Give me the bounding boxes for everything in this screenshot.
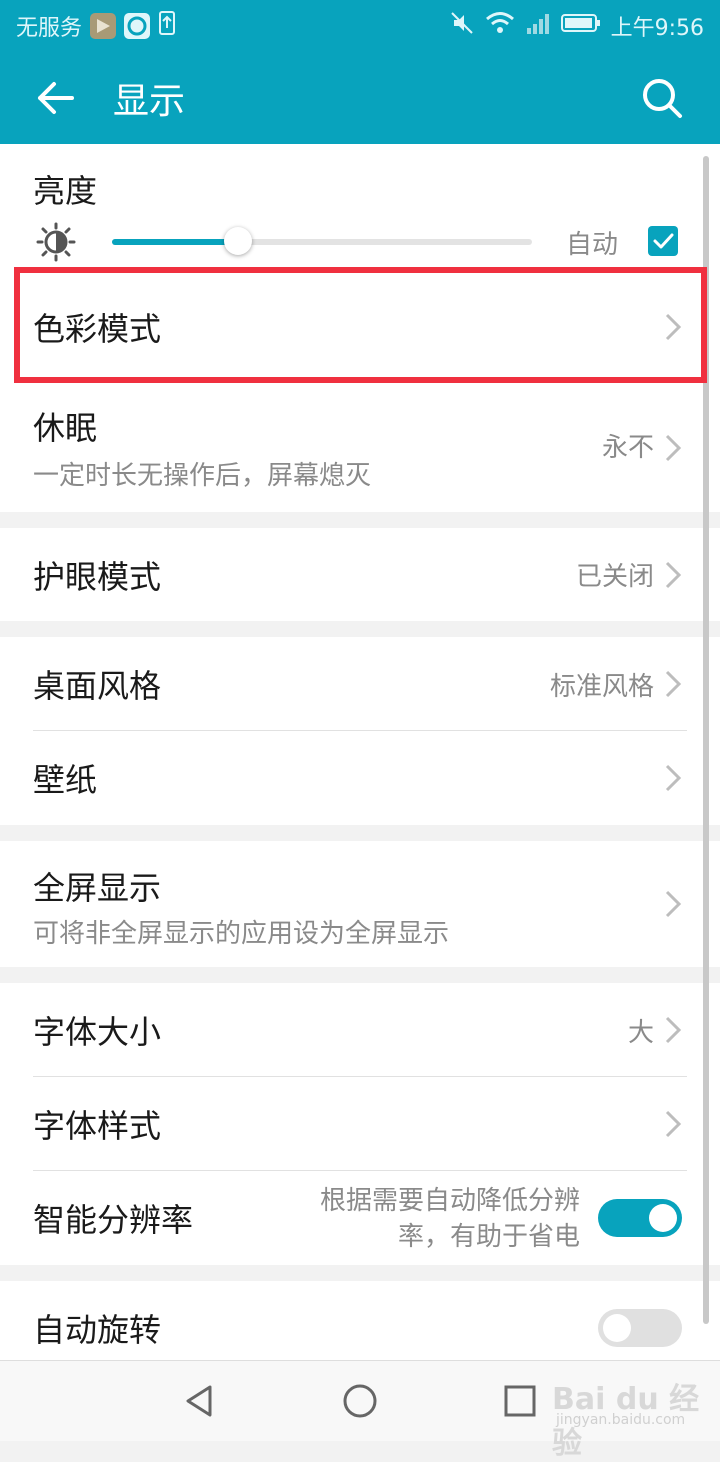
chevron-right-icon: [665, 890, 682, 918]
color-mode-label: 色彩模式: [33, 310, 162, 348]
brightness-slider-fill: [112, 239, 238, 245]
fullscreen-label: 全屏显示: [33, 869, 162, 907]
chevron-right-icon: [665, 1016, 682, 1044]
home-style-label: 桌面风格: [33, 667, 162, 705]
browser-app-icon: [124, 13, 151, 39]
rotate-group: 自动旋转: [0, 1281, 720, 1360]
auto-rotate-toggle[interactable]: [598, 1309, 682, 1347]
auto-rotate-label: 自动旋转: [33, 1311, 162, 1349]
sleep-item[interactable]: 休眠 一定时长无操作后，屏幕熄灭 永不: [0, 387, 720, 512]
signal-icon: [525, 10, 551, 42]
wallpaper-label: 壁纸: [33, 761, 98, 799]
chevron-right-icon: [665, 1110, 682, 1138]
recents-square-icon[interactable]: [502, 1383, 538, 1419]
brightness-sun-icon: [36, 222, 76, 266]
brightness-slider-thumb[interactable]: [224, 227, 252, 255]
font-size-item[interactable]: 字体大小 大: [0, 983, 720, 1077]
smart-resolution-toggle[interactable]: [598, 1199, 682, 1237]
auto-rotate-item[interactable]: 自动旋转: [0, 1281, 720, 1360]
chevron-right-icon: [665, 434, 682, 462]
sleep-label: 休眠: [33, 409, 98, 447]
smart-resolution-desc-line2: 率，有助于省电: [397, 1222, 580, 1252]
font-style-item[interactable]: 字体样式: [0, 1077, 720, 1171]
chevron-right-icon: [665, 313, 682, 341]
eye-care-value: 已关闭: [575, 562, 654, 592]
color-mode-item[interactable]: 色彩模式: [0, 267, 720, 387]
font-size-label: 字体大小: [33, 1013, 162, 1051]
eye-care-label: 护眼模式: [33, 557, 162, 596]
fullscreen-group: 全屏显示 可将非全屏显示的应用设为全屏显示: [0, 841, 720, 967]
fullscreen-item[interactable]: 全屏显示 可将非全屏显示的应用设为全屏显示: [0, 841, 720, 967]
display-basic-group: 亮度 自动 色彩模式 休眠 一定时长无操作后，屏幕熄灭 永不: [0, 144, 720, 512]
battery-icon: [560, 12, 601, 40]
scrollbar[interactable]: [703, 156, 709, 1324]
chevron-right-icon: [665, 764, 682, 792]
chevron-right-icon: [665, 561, 682, 588]
smart-resolution-desc: 根据需要自动降低分辨 率，有助于省电: [320, 1183, 580, 1255]
carrier-text: 无服务: [16, 16, 83, 41]
eye-care-item[interactable]: 护眼模式 已关闭: [0, 528, 720, 621]
page-title: 显示: [113, 81, 186, 122]
back-arrow-icon[interactable]: [34, 76, 78, 120]
toggle-knob: [603, 1314, 631, 1342]
home-circle-icon[interactable]: [342, 1383, 378, 1419]
font-group: 字体大小 大 字体样式 智能分辨率 根据需要自动降低分辨 率，有助于省电: [0, 983, 720, 1265]
video-app-icon: [90, 13, 117, 39]
font-style-label: 字体样式: [33, 1107, 162, 1145]
fullscreen-subtitle: 可将非全屏显示的应用设为全屏显示: [33, 919, 450, 949]
auto-brightness-label: 自动: [566, 230, 619, 260]
brightness-row: 亮度 自动: [0, 144, 720, 267]
auto-brightness-checkbox[interactable]: [648, 226, 678, 256]
smart-resolution-desc-line1: 根据需要自动降低分辨: [319, 1186, 580, 1216]
back-triangle-icon[interactable]: [182, 1383, 218, 1419]
font-size-value: 大: [627, 1017, 654, 1048]
watermark-url: jingyan.baidu.com: [556, 1412, 686, 1428]
smart-resolution-item[interactable]: 智能分辨率 根据需要自动降低分辨 率，有助于省电: [0, 1171, 720, 1265]
search-icon[interactable]: [640, 76, 684, 120]
home-style-item[interactable]: 桌面风格 标准风格: [0, 637, 720, 731]
wifi-icon: [485, 10, 515, 42]
smart-resolution-label: 智能分辨率: [33, 1201, 194, 1239]
home-group: 桌面风格 标准风格 壁纸: [0, 637, 720, 825]
upload-icon: [158, 10, 176, 42]
clock-text: 上午9:56: [610, 16, 704, 41]
mute-icon: [449, 10, 475, 42]
sleep-value: 永不: [601, 433, 654, 463]
chevron-right-icon: [665, 670, 682, 698]
status-bar: 无服务 上午9:56: [0, 0, 720, 52]
toggle-knob: [649, 1204, 677, 1232]
brightness-slider[interactable]: [112, 227, 532, 255]
brightness-label: 亮度: [33, 172, 98, 210]
home-style-value: 标准风格: [549, 671, 654, 702]
app-bar: 显示: [0, 52, 720, 144]
eye-care-group: 护眼模式 已关闭: [0, 528, 720, 621]
sleep-subtitle: 一定时长无操作后，屏幕熄灭: [33, 461, 372, 491]
wallpaper-item[interactable]: 壁纸: [0, 731, 720, 825]
settings-list[interactable]: 亮度 自动 色彩模式 休眠 一定时长无操作后，屏幕熄灭 永不 护眼模式 已关闭 …: [0, 144, 720, 1360]
